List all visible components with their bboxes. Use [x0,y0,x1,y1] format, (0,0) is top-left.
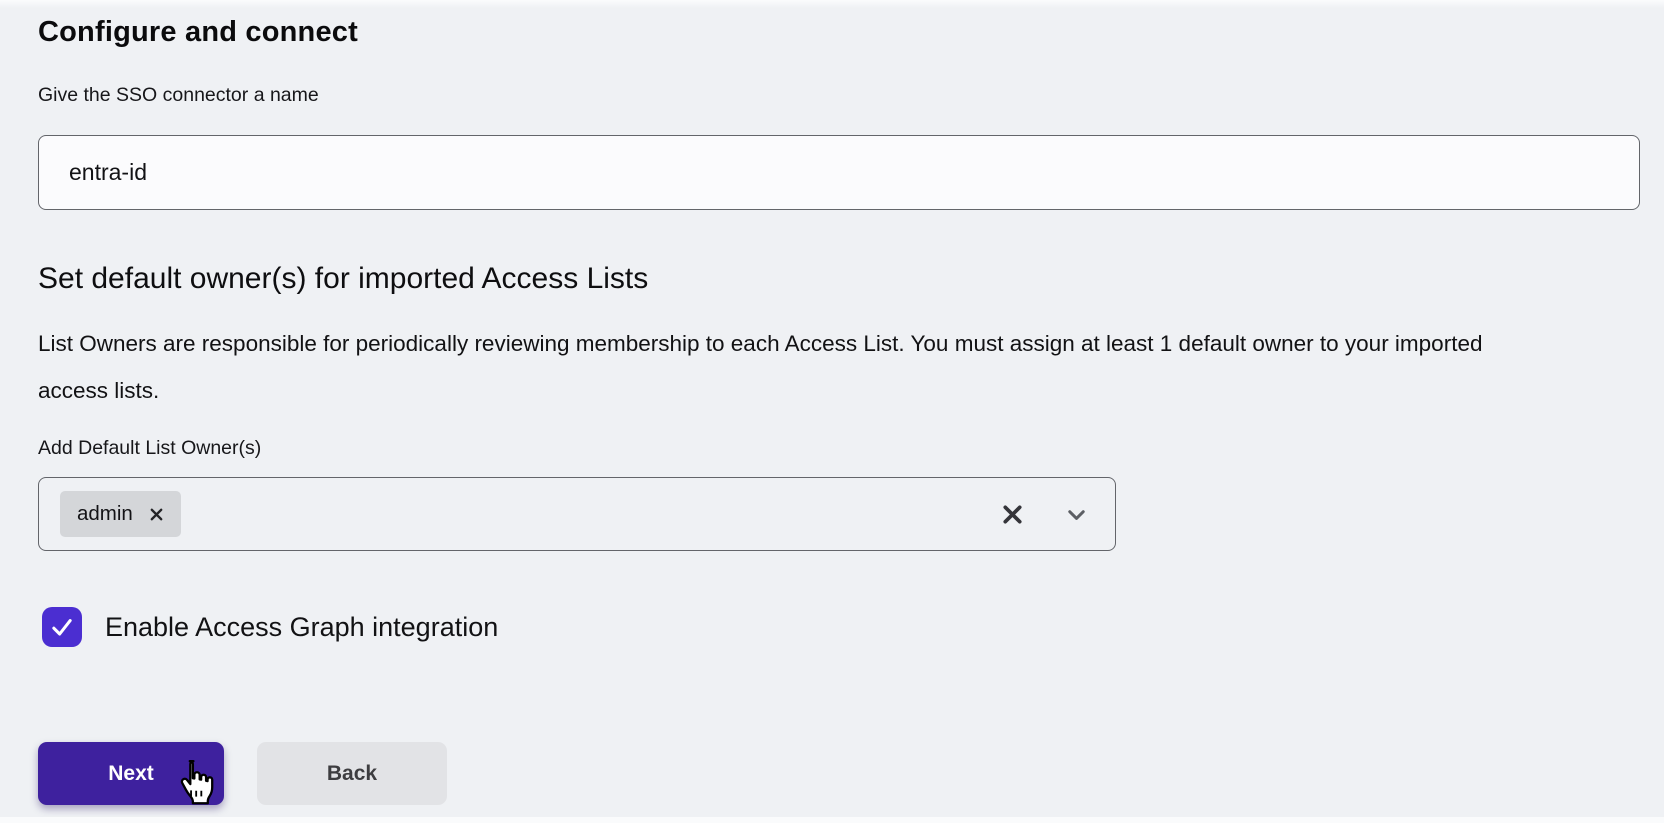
configure-and-connect-page: Configure and connect Give the SSO conne… [0,0,1664,823]
owner-chip-admin[interactable]: admin [60,491,181,537]
chip-remove-x-icon[interactable] [149,507,164,522]
select-controls [1002,501,1090,528]
actions-row: Next Back [38,742,447,805]
connector-name-label: Give the SSO connector a name [38,84,319,107]
owner-chip-label: admin [77,502,133,526]
connector-name-input[interactable] [38,135,1640,210]
back-button[interactable]: Back [257,742,447,805]
page-title: Configure and connect [38,16,358,49]
checkmark-icon [48,613,76,641]
next-button[interactable]: Next [38,742,224,805]
access-graph-row: Enable Access Graph integration [42,607,498,647]
default-owners-label: Add Default List Owner(s) [38,437,261,460]
access-graph-checkbox[interactable] [42,607,82,647]
chevron-down-icon[interactable] [1063,501,1090,528]
access-graph-label: Enable Access Graph integration [105,612,498,643]
clear-selection-x-icon[interactable] [1002,504,1023,525]
default-owners-select[interactable]: admin [38,477,1116,551]
owners-section-description: List Owners are responsible for periodic… [38,320,1528,414]
owners-section-title: Set default owner(s) for imported Access… [38,262,648,296]
